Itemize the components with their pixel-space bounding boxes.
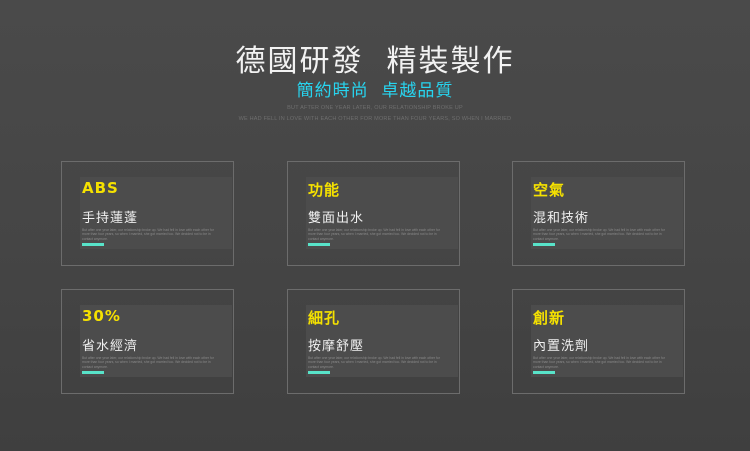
feature-description: But after one year later, our relationsh… — [308, 228, 440, 241]
page-title: 德國研發 精裝製作 — [235, 44, 515, 79]
feature-heading: 功能 — [308, 181, 341, 199]
feature-description: But after one year later, our relationsh… — [82, 228, 214, 241]
feature-card-water-saving: 30% 省水經濟 But after one year later, our r… — [61, 289, 234, 394]
feature-card-air: 空氣 混和技術 But after one year later, our re… — [512, 161, 685, 266]
feature-card-innovation: 創新 內置洗劑 But after one year later, our re… — [512, 289, 685, 394]
accent-bar — [82, 243, 104, 246]
feature-card-abs: ABS 手持蓮蓬 But after one year later, our r… — [61, 161, 234, 266]
feature-description: But after one year later, our relationsh… — [308, 356, 440, 369]
accent-bar — [533, 243, 555, 246]
feature-label: 內置洗劑 — [533, 339, 590, 354]
accent-bar — [308, 243, 330, 246]
feature-label: 按摩舒壓 — [308, 339, 365, 354]
accent-bar — [308, 371, 330, 374]
tagline-line-1: BUT AFTER ONE YEAR LATER, OUR RELATIONSH… — [287, 105, 463, 111]
feature-label: 省水經濟 — [82, 339, 139, 354]
feature-card-fine-holes: 細孔 按摩舒壓 But after one year later, our re… — [287, 289, 460, 394]
feature-heading: 細孔 — [308, 309, 341, 327]
tagline-line-2: WE HAD FELL IN LOVE WITH EACH OTHER FOR … — [238, 116, 512, 122]
feature-card-function: 功能 雙面出水 But after one year later, our re… — [287, 161, 460, 266]
feature-heading: 創新 — [533, 309, 566, 327]
feature-label: 手持蓮蓬 — [82, 211, 139, 226]
feature-description: But after one year later, our relationsh… — [533, 356, 665, 369]
feature-label: 混和技術 — [533, 211, 590, 226]
feature-label: 雙面出水 — [308, 211, 365, 226]
feature-heading: 30% — [82, 307, 121, 325]
feature-description: But after one year later, our relationsh… — [82, 356, 214, 369]
feature-heading: 空氣 — [533, 181, 566, 199]
accent-bar — [82, 371, 104, 374]
page-subtitle: 簡約時尚 卓越品質 — [296, 81, 454, 101]
feature-description: But after one year later, our relationsh… — [533, 228, 665, 241]
accent-bar — [533, 371, 555, 374]
feature-heading: ABS — [82, 179, 119, 197]
